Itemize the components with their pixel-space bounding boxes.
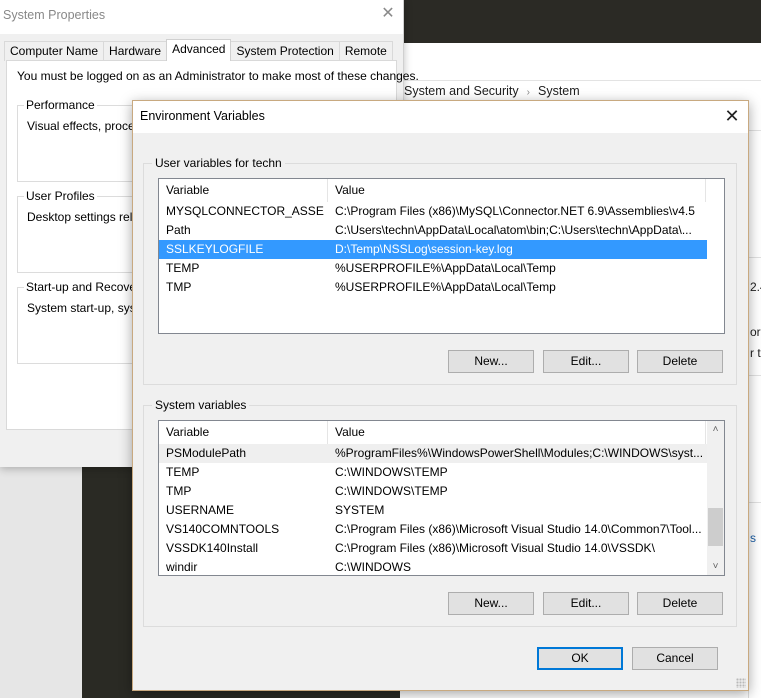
taskbar-dark-area [400, 0, 761, 43]
user-delete-button[interactable]: Delete [637, 350, 723, 373]
breadcrumb-chevron-icon: › [526, 87, 530, 98]
table-row[interactable]: windir C:\WINDOWS [159, 558, 724, 575]
system-variables-group: System variables Variable Value PSModule… [143, 398, 737, 627]
ok-button[interactable]: OK [537, 647, 623, 670]
variable-value: C:\Users\techn\AppData\Local\atom\bin;C:… [335, 223, 692, 237]
user-variables-group: User variables for techn Variable Value … [143, 156, 737, 385]
variable-value: %USERPROFILE%\AppData\Local\Temp [335, 280, 556, 294]
table-row[interactable]: TMP %USERPROFILE%\AppData\Local\Temp [159, 278, 724, 297]
tab-hardware[interactable]: Hardware [103, 41, 168, 61]
background-text-fragment: r t [750, 346, 761, 360]
variable-name: USERNAME [166, 503, 235, 517]
system-edit-button[interactable]: Edit... [543, 592, 629, 615]
user-edit-button[interactable]: Edit... [543, 350, 629, 373]
tab-system-protection[interactable]: System Protection [230, 41, 340, 61]
tab-computer-name[interactable]: Computer Name [4, 41, 105, 61]
close-icon[interactable]: ✕ [381, 6, 395, 22]
scrollbar-thumb[interactable] [708, 508, 723, 546]
group-legend: User Profiles [24, 189, 97, 203]
variable-value: D:\Temp\NSSLog\session-key.log [335, 242, 513, 256]
dialog-title: Environment Variables [140, 109, 265, 123]
variable-name: SSLKEYLOGFILE [166, 242, 264, 256]
cancel-button[interactable]: Cancel [632, 647, 718, 670]
variable-name: windir [166, 560, 198, 574]
variable-name: MYSQLCONNECTOR_ASSE... [166, 204, 324, 218]
variable-value: C:\WINDOWS\TEMP [335, 465, 448, 479]
divider [749, 375, 761, 376]
variable-value: SYSTEM [335, 503, 385, 517]
variable-name: TEMP [166, 261, 200, 275]
table-row[interactable]: VSSDK140Install C:\Program Files (x86)\M… [159, 539, 724, 558]
variable-value: %ProgramFiles%\WindowsPowerShell\Modules… [335, 446, 704, 460]
control-panel-content-edge [748, 130, 761, 698]
tab-advanced[interactable]: Advanced [166, 39, 232, 61]
variable-value: C:\Program Files (x86)\Microsoft Visual … [335, 522, 702, 536]
variable-value: C:\WINDOWS [335, 560, 411, 574]
scroll-down-arrow-icon[interactable]: ˅ [707, 558, 724, 575]
tab-remote[interactable]: Remote [338, 41, 393, 61]
variable-name: Path [166, 223, 191, 237]
vertical-scrollbar[interactable]: ˄ ˅ [707, 421, 724, 575]
environment-variables-dialog: Environment Variables ✕ User variables f… [132, 100, 749, 691]
variable-name: TMP [166, 484, 192, 498]
variable-name: TMP [166, 280, 192, 294]
table-row-selected[interactable]: SSLKEYLOGFILE D:\Temp\NSSLog\session-key… [159, 240, 707, 259]
variable-value: C:\Program Files (x86)\MySQL\Connector.N… [335, 204, 695, 218]
variable-name: VSSDK140Install [166, 541, 259, 555]
group-legend: Start-up and Recovery [24, 280, 149, 294]
breadcrumb-item-system-and-security[interactable]: System and Security [404, 84, 519, 98]
dialog-title: System Properties [3, 8, 106, 22]
table-row[interactable]: MYSQLCONNECTOR_ASSE... C:\Program Files … [159, 202, 724, 221]
group-legend: System variables [152, 398, 250, 412]
column-header-variable[interactable]: Variable [159, 421, 328, 444]
column-header-value[interactable]: Value [328, 421, 706, 444]
divider [749, 257, 761, 258]
group-legend: Performance [24, 98, 97, 112]
table-row[interactable]: TEMP C:\WINDOWS\TEMP [159, 463, 724, 482]
list-header: Variable Value [159, 421, 724, 444]
close-icon[interactable]: ✕ [724, 105, 740, 127]
scroll-up-arrow-icon[interactable]: ˄ [707, 421, 724, 438]
table-row[interactable]: TMP C:\WINDOWS\TEMP [159, 482, 724, 501]
column-header-value[interactable]: Value [328, 179, 706, 202]
title-bar: System Properties ✕ [0, 0, 403, 34]
variable-value: C:\Program Files (x86)\Microsoft Visual … [335, 541, 655, 555]
divider [749, 502, 761, 503]
tab-strip: Computer Name Hardware Advanced System P… [4, 39, 393, 61]
resize-grip-icon[interactable] [736, 678, 746, 688]
background-text-fragment: 2.4 [750, 280, 761, 294]
user-new-button[interactable]: New... [448, 350, 534, 373]
variable-value: %USERPROFILE%\AppData\Local\Temp [335, 261, 556, 275]
divider [749, 130, 761, 131]
breadcrumb: System and Security › System [404, 81, 580, 101]
table-row[interactable]: TEMP %USERPROFILE%\AppData\Local\Temp [159, 259, 724, 278]
table-row[interactable]: VS140COMNTOOLS C:\Program Files (x86)\Mi… [159, 520, 724, 539]
system-delete-button[interactable]: Delete [637, 592, 723, 615]
breadcrumb-item-system[interactable]: System [538, 84, 580, 98]
variable-name: TEMP [166, 465, 200, 479]
system-new-button[interactable]: New... [448, 592, 534, 615]
background-text-fragment: orc [750, 325, 761, 339]
system-variables-list[interactable]: Variable Value PSModulePath %ProgramFile… [158, 420, 725, 576]
column-header-variable[interactable]: Variable [159, 179, 328, 202]
variable-name: VS140COMNTOOLS [166, 522, 280, 536]
desktop-area [0, 467, 82, 698]
background-link-fragment[interactable]: s [750, 531, 761, 545]
group-legend: User variables for techn [152, 156, 285, 170]
table-row[interactable]: Path C:\Users\techn\AppData\Local\atom\b… [159, 221, 724, 240]
variable-name: PSModulePath [166, 446, 247, 460]
admin-notice: You must be logged on as an Administrato… [17, 69, 419, 83]
table-row[interactable]: USERNAME SYSTEM [159, 501, 724, 520]
list-header: Variable Value [159, 179, 724, 202]
table-row-hover[interactable]: PSModulePath %ProgramFiles%\WindowsPower… [159, 444, 707, 463]
variable-value: C:\WINDOWS\TEMP [335, 484, 448, 498]
user-variables-list[interactable]: Variable Value MYSQLCONNECTOR_ASSE... C:… [158, 178, 725, 334]
title-bar: Environment Variables ✕ [133, 101, 748, 133]
